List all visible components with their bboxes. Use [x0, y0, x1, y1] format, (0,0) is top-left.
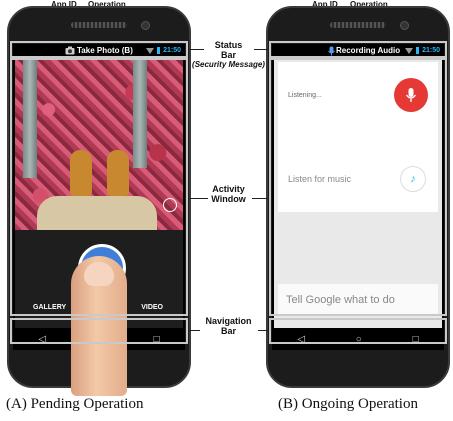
activity-window-callout: Activity Window	[188, 184, 269, 204]
status-bar-callout-sub: (Security Message)	[192, 60, 265, 69]
front-camera-a	[141, 21, 150, 30]
activity-highlight-b	[269, 58, 447, 316]
status-bar-highlight-b	[269, 41, 447, 58]
status-bar-highlight-a	[10, 41, 188, 58]
activity-callout-line1: Activity	[212, 184, 245, 194]
nav-bar-highlight-a	[10, 318, 188, 344]
status-bar-callout-line1: Status	[214, 40, 243, 50]
caption-a: (A) Pending Operation	[6, 396, 144, 412]
nav-callout-line1: Navigation	[205, 316, 252, 326]
caption-b: (B) Ongoing Operation	[278, 396, 418, 412]
front-camera-b	[400, 21, 409, 30]
speaker-a	[71, 22, 127, 28]
activity-callout-line2: Window	[211, 194, 246, 204]
nav-callout-line2: Bar	[220, 326, 236, 336]
status-bar-callout: Status Bar (Security Message)	[188, 40, 269, 69]
activity-highlight-a	[10, 58, 188, 316]
navigation-bar-callout: Navigation Bar	[188, 316, 269, 336]
nav-bar-highlight-b	[269, 318, 447, 344]
status-bar-callout-line2: Bar	[220, 50, 236, 60]
speaker-b	[330, 22, 386, 28]
